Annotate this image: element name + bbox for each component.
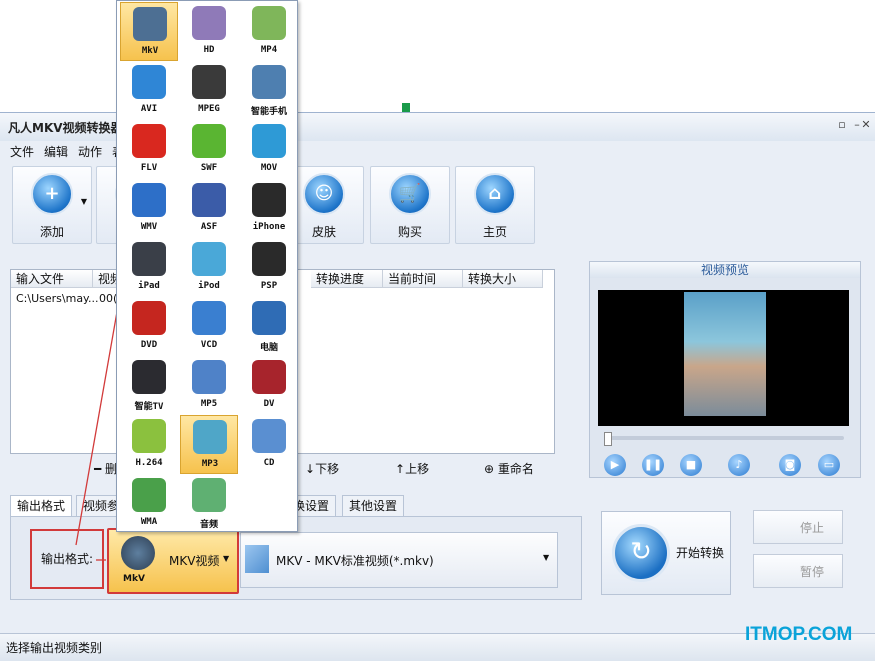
format-option[interactable]: MP4 <box>240 2 298 61</box>
format-option-label: HD <box>203 45 215 55</box>
format-option[interactable]: WMA <box>120 474 178 533</box>
format-option[interactable]: FLV <box>120 120 178 179</box>
format-option[interactable]: MPEG <box>180 61 238 120</box>
format-icon <box>192 360 226 394</box>
format-icon <box>252 360 286 394</box>
format-option-label: H.264 <box>135 458 163 468</box>
format-option-label: 音频 <box>199 520 218 530</box>
format-option[interactable]: 智能TV <box>120 356 178 415</box>
format-option[interactable]: HD <box>180 2 238 61</box>
format-icon <box>132 478 166 512</box>
format-icon <box>193 420 227 454</box>
format-icon <box>192 478 226 512</box>
format-option-label: MPEG <box>198 104 220 114</box>
format-icon <box>132 360 166 394</box>
format-option-label: SWF <box>200 163 218 173</box>
format-icon <box>192 6 226 40</box>
format-option[interactable]: 音频 <box>180 474 238 533</box>
format-option-label: 电脑 <box>259 343 278 353</box>
format-option-label: MP5 <box>200 399 218 409</box>
format-option[interactable]: iPhone <box>240 179 298 238</box>
format-option[interactable]: SWF <box>180 120 238 179</box>
format-option-label: DVD <box>140 340 158 350</box>
format-option[interactable]: 智能手机 <box>240 61 298 120</box>
format-icon <box>252 6 286 40</box>
format-option[interactable]: 电脑 <box>240 297 298 356</box>
format-option-label: MOV <box>260 163 278 173</box>
format-option-label: MP4 <box>260 45 278 55</box>
format-option[interactable]: DV <box>240 356 298 415</box>
format-option-label: AVI <box>140 104 158 114</box>
format-icon <box>192 242 226 276</box>
format-dropdown: MkV HD MP4 AVI MPEG 智能手机 FLV SWF MOV WMV ASF iPhone… <box>116 0 298 532</box>
format-option-label: DV <box>263 399 275 409</box>
format-icon <box>192 183 226 217</box>
format-option-label: 智能手机 <box>250 107 287 117</box>
format-option-label: PSP <box>260 281 278 291</box>
format-option[interactable]: WMV <box>120 179 178 238</box>
format-option-label: VCD <box>200 340 218 350</box>
format-icon <box>192 301 226 335</box>
format-option[interactable]: MP3 <box>180 415 238 474</box>
format-option-label: MkV <box>141 46 159 56</box>
format-option[interactable]: MOV <box>240 120 298 179</box>
format-icon <box>192 124 226 158</box>
format-option[interactable]: MkV <box>120 2 178 61</box>
format-icon <box>132 242 166 276</box>
format-option[interactable]: CD <box>240 415 298 474</box>
format-option-label: iPod <box>198 281 220 291</box>
format-icon <box>252 183 286 217</box>
format-option-label: FLV <box>140 163 158 173</box>
format-icon <box>252 419 286 453</box>
format-icon <box>132 65 166 99</box>
format-option-label: iPhone <box>252 222 286 232</box>
format-option[interactable]: VCD <box>180 297 238 356</box>
format-option[interactable]: PSP <box>240 238 298 297</box>
format-option[interactable]: AVI <box>120 61 178 120</box>
format-icon <box>252 65 286 99</box>
format-option-label: WMV <box>140 222 158 232</box>
format-icon <box>132 183 166 217</box>
format-option-label: MP3 <box>201 459 219 469</box>
format-option[interactable]: H.264 <box>120 415 178 474</box>
format-option-label: CD <box>263 458 275 468</box>
format-icon <box>132 124 166 158</box>
format-icon <box>132 301 166 335</box>
format-option-label: ASF <box>200 222 218 232</box>
format-option[interactable]: ASF <box>180 179 238 238</box>
format-option-label: 智能TV <box>134 402 164 412</box>
format-option[interactable]: DVD <box>120 297 178 356</box>
format-option[interactable]: iPad <box>120 238 178 297</box>
format-option[interactable]: iPod <box>180 238 238 297</box>
format-option-label: WMA <box>140 517 158 527</box>
format-icon <box>132 419 166 453</box>
format-option-label: iPad <box>138 281 160 291</box>
format-icon <box>252 242 286 276</box>
format-icon <box>133 7 167 41</box>
format-option[interactable]: MP5 <box>180 356 238 415</box>
format-icon <box>192 65 226 99</box>
format-icon <box>252 124 286 158</box>
format-icon <box>252 301 286 335</box>
